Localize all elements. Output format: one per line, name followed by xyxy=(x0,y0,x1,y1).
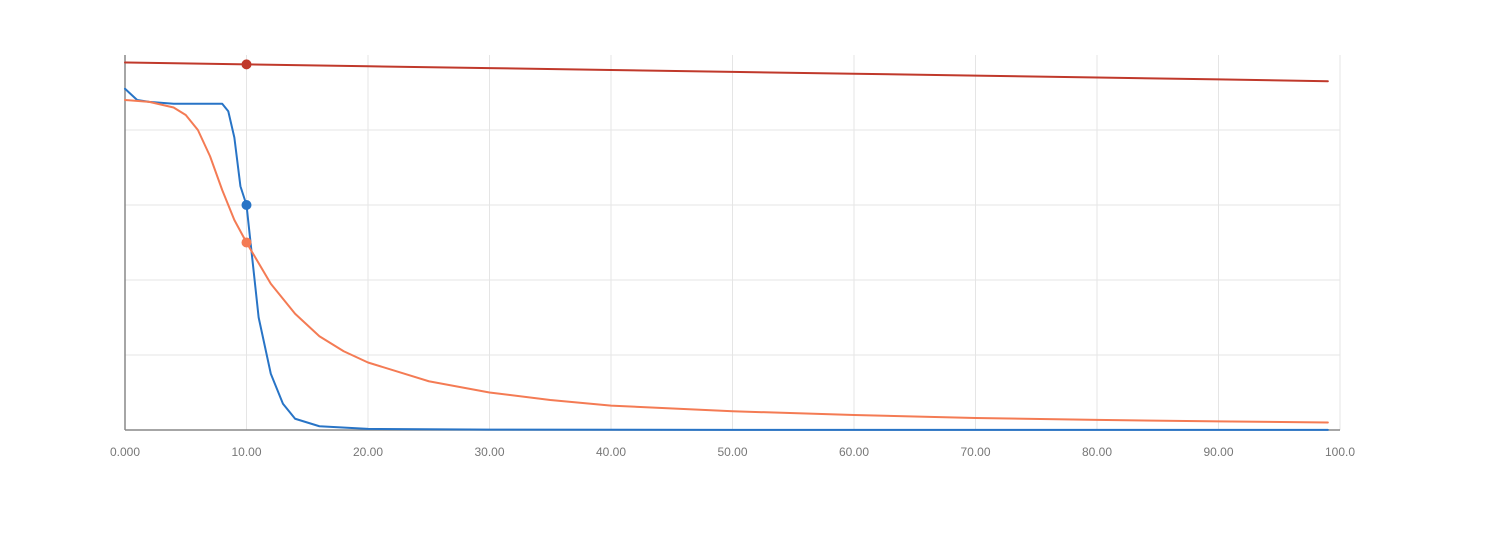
series-line-series-orange xyxy=(125,100,1328,423)
series-marker-series-orange[interactable] xyxy=(242,238,251,247)
series-marker-series-red[interactable] xyxy=(242,60,251,69)
x-tick-label: 50.00 xyxy=(717,445,747,459)
x-tick-label: 10.00 xyxy=(231,445,261,459)
series-line-series-blue xyxy=(125,89,1328,430)
x-tick-label: 60.00 xyxy=(839,445,869,459)
x-tick-label: 90.00 xyxy=(1203,445,1233,459)
chart-svg xyxy=(0,0,1500,550)
series-line-series-red xyxy=(125,63,1328,82)
line-chart[interactable]: 0.000 10.00 20.00 30.00 40.00 50.00 60.00 70.00… xyxy=(0,0,1500,550)
x-tick-label: 30.00 xyxy=(474,445,504,459)
series-marker-series-blue[interactable] xyxy=(242,201,251,210)
x-tick-label: 80.00 xyxy=(1082,445,1112,459)
x-tick-label: 0.000 xyxy=(110,445,140,459)
x-tick-label: 70.00 xyxy=(960,445,990,459)
x-tick-label: 40.00 xyxy=(596,445,626,459)
x-tick-label: 100.0 xyxy=(1325,445,1355,459)
x-tick-label: 20.00 xyxy=(353,445,383,459)
